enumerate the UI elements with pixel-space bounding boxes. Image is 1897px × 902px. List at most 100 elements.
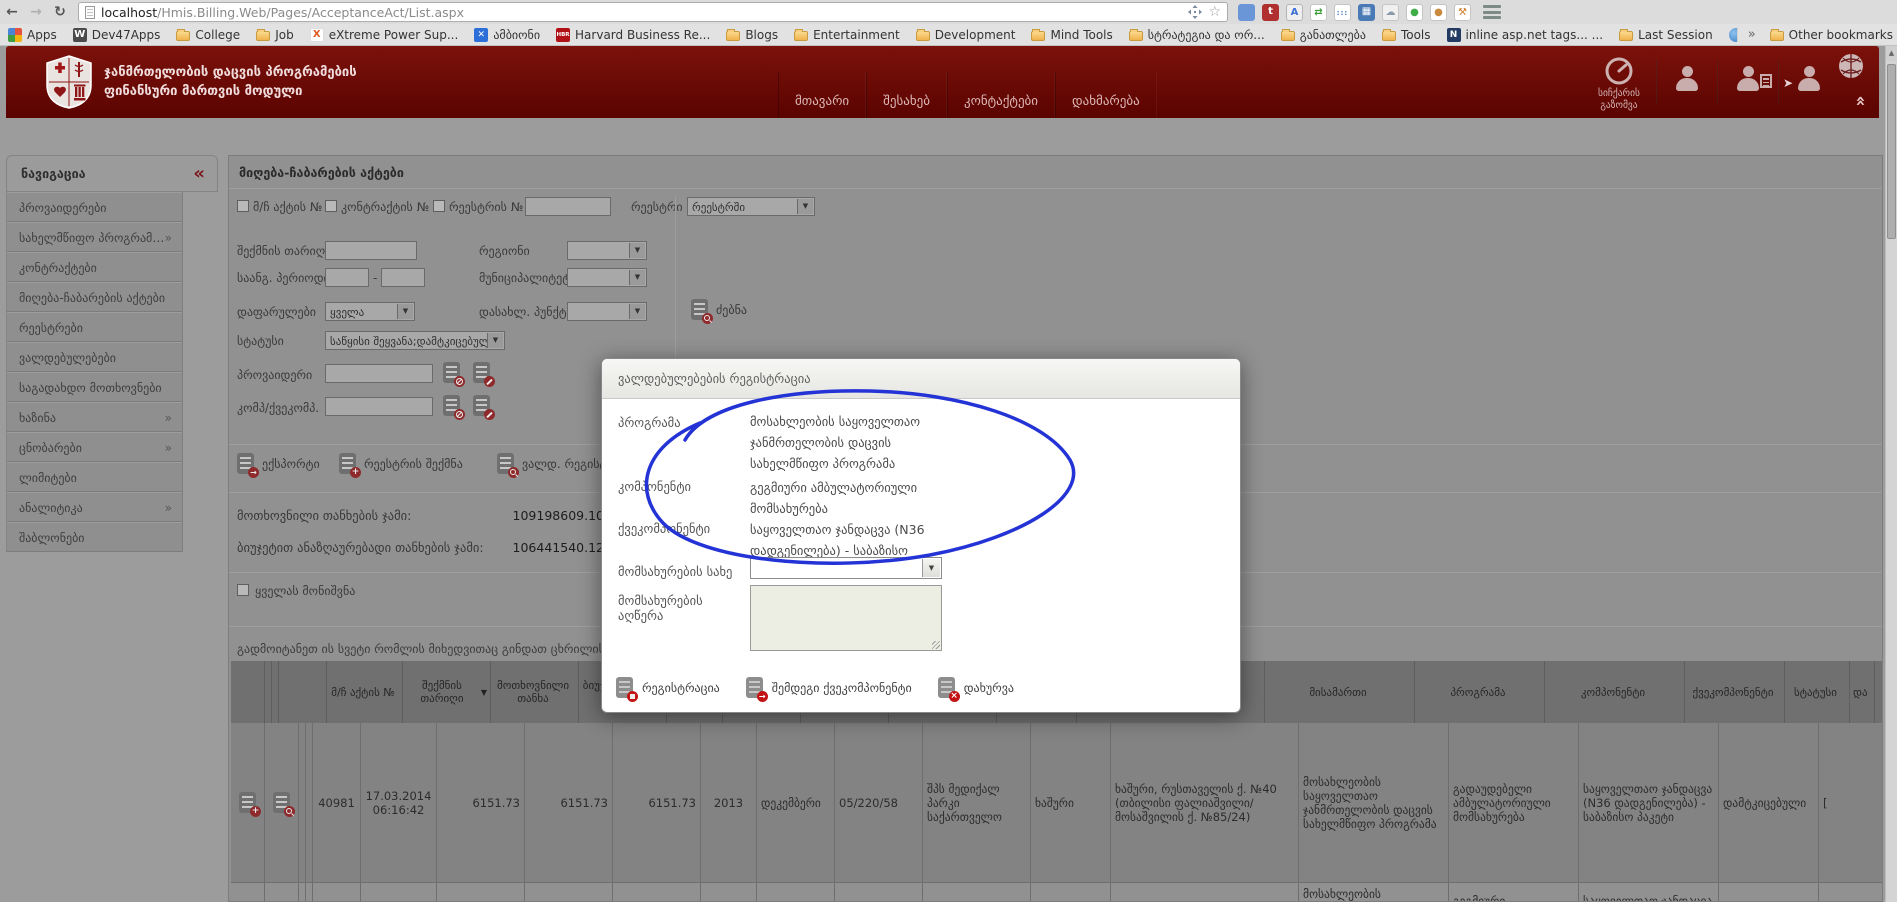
address-bar[interactable]: localhost /Hmis.Billing.Web/Pages/Accept… xyxy=(78,2,1228,22)
provider-clear-button[interactable] xyxy=(443,362,460,383)
create-registry-button[interactable]: რეესტრის შექმნა xyxy=(339,453,463,474)
period-from-input[interactable] xyxy=(325,268,369,287)
sidebar-item[interactable]: პროვაიდერები xyxy=(7,192,182,222)
bookmark-item[interactable]: inline asp.net tags... ... xyxy=(1447,28,1604,42)
sidebar-item[interactable]: ლიმიტები xyxy=(7,462,182,492)
bookmark-item[interactable]: განათლება xyxy=(1281,28,1366,42)
registry-select[interactable]: რეესტრში xyxy=(687,197,815,216)
back-icon[interactable]: ← xyxy=(0,4,24,20)
sidebar-item[interactable]: შაბლონები xyxy=(7,522,182,552)
hidden-select[interactable]: ყველა xyxy=(325,302,415,321)
table-header-cell[interactable]: მოთხოვნილი თანხა xyxy=(491,661,579,723)
table-header-cell[interactable]: შექმნის თარიღი▼ xyxy=(403,661,491,723)
act-no-checkbox[interactable] xyxy=(237,200,249,212)
bookmark-item[interactable]: Apps xyxy=(8,28,57,42)
dots-extension-icon[interactable]: ::: xyxy=(1334,4,1351,21)
table-header-cell[interactable] xyxy=(272,661,279,723)
refresh-icon[interactable]: ↻ xyxy=(48,4,72,20)
register-button[interactable]: რეგისტრაცია xyxy=(616,677,720,698)
bookmark-item[interactable]: სტრატეგია და ორ... xyxy=(1129,28,1265,42)
service-type-select[interactable] xyxy=(750,557,942,579)
close-button[interactable]: დახურვა xyxy=(938,677,1014,698)
provider-edit-button[interactable] xyxy=(473,362,490,383)
user-profile-icon[interactable] xyxy=(1673,66,1701,94)
select-all-checkbox[interactable] xyxy=(237,584,249,596)
registry-no-checkbox[interactable] xyxy=(433,200,445,212)
bookmark-item[interactable]: College xyxy=(176,28,240,42)
bookmark-item[interactable]: Harvard Business Re... xyxy=(556,28,710,42)
contract-no-checkbox[interactable] xyxy=(325,200,337,212)
pin-extension-icon[interactable]: ● xyxy=(1406,4,1423,21)
next-subcomponent-button[interactable]: შემდეგი ქვეკომპონენტი xyxy=(746,677,912,698)
row-add-button[interactable] xyxy=(239,792,256,813)
table-header-cell[interactable] xyxy=(231,661,265,723)
browser-menu-icon[interactable] xyxy=(1483,5,1501,19)
component-edit-button[interactable] xyxy=(473,395,490,416)
globe-icon[interactable] xyxy=(1837,52,1865,80)
cookie-extension-icon[interactable]: ● xyxy=(1430,4,1447,21)
green-arrows-extension-icon[interactable]: ⇄ xyxy=(1310,4,1327,21)
table-header-cell[interactable]: პროგრამა xyxy=(1415,661,1545,723)
move-arrows-icon[interactable] xyxy=(1188,5,1202,19)
bookmark-item[interactable]: Mind Tools xyxy=(1031,28,1112,42)
page-scrollbar[interactable]: ▲ xyxy=(1885,46,1897,902)
sidebar-item[interactable]: ანალიტიკა » xyxy=(7,492,182,522)
translate-it-extension-icon[interactable]: t xyxy=(1262,4,1279,21)
sidebar-item[interactable]: რეესტრები xyxy=(7,312,182,342)
sidebar-item[interactable]: კონტრაქტები xyxy=(7,252,182,282)
table-header-cell[interactable] xyxy=(279,661,327,723)
component-filter-input[interactable] xyxy=(325,397,433,416)
sidebar-item[interactable]: ხაზინა » xyxy=(7,402,182,432)
search-button[interactable]: ძებნა xyxy=(691,299,747,320)
bookmark-item[interactable]: Entertainment xyxy=(794,28,900,42)
header-nav-item[interactable]: შესახებ xyxy=(866,72,947,118)
bookmark-item[interactable]: Job xyxy=(256,28,294,42)
table-header-cell[interactable]: სტატუსი xyxy=(1785,661,1850,723)
bookmark-item[interactable]: Floorplanner - DEM... xyxy=(1729,28,1737,42)
table-header-cell[interactable]: მ/ჩ აქტის № xyxy=(327,661,403,723)
header-nav-item[interactable]: კონტაქტები xyxy=(947,72,1055,118)
sidebar-item[interactable]: სახელმწიფო პროგრამები » xyxy=(7,222,182,252)
sidebar-item[interactable]: მიღება-ჩაბარების აქტები xyxy=(7,282,182,312)
bookmarks-overflow-icon[interactable]: » xyxy=(1748,27,1756,42)
header-collapse-icon[interactable]: « xyxy=(1851,96,1871,105)
header-nav-item[interactable]: მთავარი xyxy=(778,72,866,118)
user-list-icon[interactable] xyxy=(1734,66,1762,94)
table-header-cell[interactable] xyxy=(265,661,272,723)
status-select[interactable]: საწყისი შეყვანა;დამტკიცებული xyxy=(325,331,505,350)
translate-extension-icon[interactable]: A xyxy=(1286,4,1303,21)
bookmark-star-icon[interactable]: ☆ xyxy=(1208,5,1221,19)
provider-input[interactable] xyxy=(325,364,433,383)
table-header-cell[interactable]: და xyxy=(1850,661,1875,723)
bookmark-item[interactable]: Tools xyxy=(1382,28,1431,42)
bookmark-item[interactable]: Blogs xyxy=(726,28,778,42)
sidebar-item[interactable]: ვალდებულებები xyxy=(7,342,182,372)
settlement-select[interactable] xyxy=(567,302,647,321)
service-desc-textarea[interactable] xyxy=(750,585,942,651)
region-select[interactable] xyxy=(567,241,647,260)
cloud-extension-icon[interactable]: ☁ xyxy=(1382,4,1399,21)
table-header-cell[interactable]: ქვეკომპონენტი xyxy=(1685,661,1785,723)
sidebar-item[interactable]: ცნობარები » xyxy=(7,432,182,462)
calendar-extension-icon[interactable]: ▦ xyxy=(1358,4,1375,21)
header-nav-item[interactable]: დახმარება xyxy=(1055,72,1157,118)
period-to-input[interactable] xyxy=(381,268,425,287)
user-login-icon[interactable]: ➤ xyxy=(1795,66,1823,94)
sidebar-collapse-icon[interactable]: « xyxy=(193,163,217,184)
forward-icon[interactable]: → xyxy=(24,4,48,20)
bookmark-item[interactable]: Development xyxy=(916,28,1016,42)
component-clear-button[interactable] xyxy=(443,395,460,416)
bookmark-item[interactable]: ამბიონი xyxy=(474,28,540,42)
sidebar-item[interactable]: საგადახდო მოთხოვნები xyxy=(7,372,182,402)
registry-no-input[interactable] xyxy=(525,197,611,216)
bookmark-item[interactable]: Dev47Apps xyxy=(73,28,161,42)
scrollbar-thumb[interactable] xyxy=(1887,64,1896,239)
window-extension-icon[interactable] xyxy=(1238,4,1255,21)
export-button[interactable]: ექსპორტი xyxy=(237,453,320,474)
municipality-select[interactable] xyxy=(567,268,647,287)
speed-test-button[interactable]: სიჩქარისგაზომვა xyxy=(1598,56,1640,112)
other-bookmarks-button[interactable]: Other bookmarks xyxy=(1770,28,1893,42)
bookmark-item[interactable]: eXtreme Power Sup... xyxy=(310,28,459,42)
table-header-cell[interactable]: მისამართი xyxy=(1265,661,1415,723)
tool-extension-icon[interactable]: ⚒ xyxy=(1454,4,1471,21)
